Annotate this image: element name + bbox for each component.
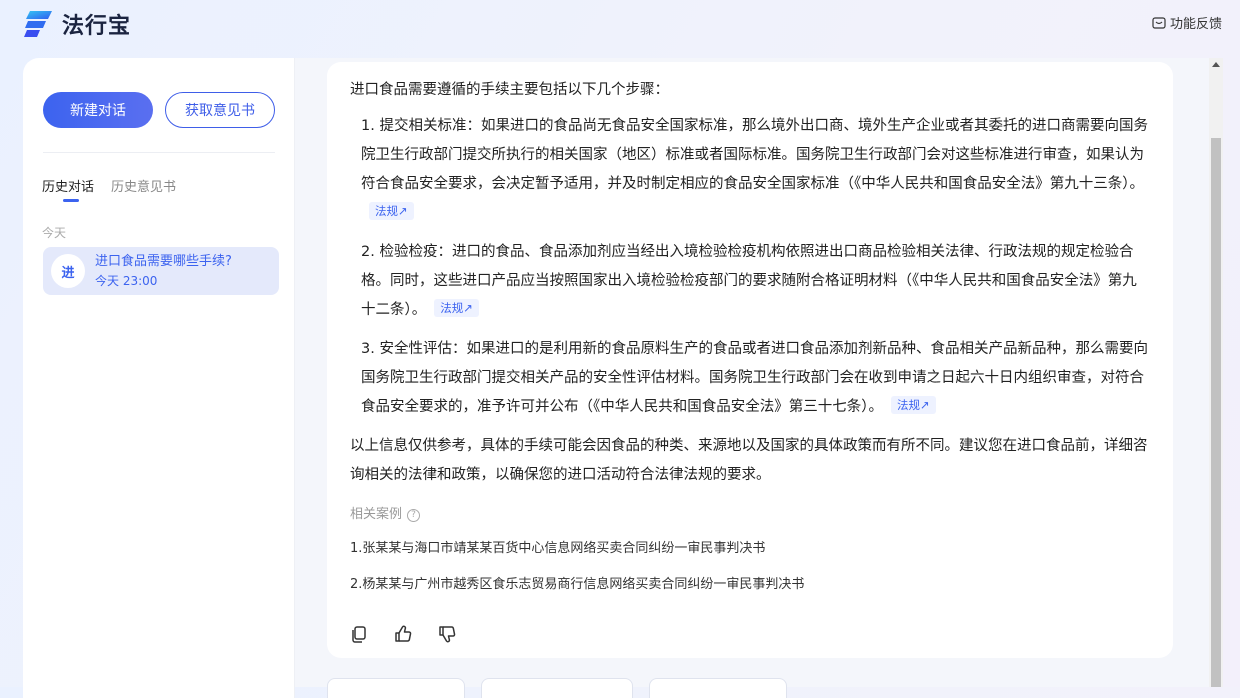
logo-text: 法行宝	[62, 14, 132, 39]
tab-history-opinions[interactable]: 历史意见书	[111, 176, 176, 195]
thumbs-down-icon[interactable]	[437, 624, 457, 644]
history-item[interactable]: 进 进口食品需要哪些手续? 今天 23:00	[43, 247, 279, 295]
logo[interactable]: 法行宝	[24, 8, 131, 40]
get-opinion-button[interactable]: 获取意见书	[165, 92, 275, 128]
related-case-link[interactable]: 2.杨某某与广州市越秀区食乐志贸易商行信息网络买卖合同纠纷一审民事判决书	[350, 576, 1150, 594]
logo-icon	[24, 11, 52, 37]
answer-intro: 进口食品需要遵循的手续主要包括以下几个步骤：	[350, 82, 669, 98]
related-cases-text: 相关案例	[350, 507, 403, 522]
law-reference-tag[interactable]: 法规↗	[891, 396, 936, 414]
feedback-label: 功能反馈	[1169, 17, 1222, 32]
suggestion-chip[interactable]	[327, 678, 465, 698]
sidebar-divider	[43, 152, 275, 153]
history-group-label: 今天	[42, 226, 67, 240]
answer-step: 3. 安全性评估：如果进口的是利用新的食品原料生产的食品或者进口食品添加剂新品种…	[361, 335, 1150, 422]
related-cases-label: 相关案例 ?	[350, 506, 1150, 524]
tab-history-chats[interactable]: 历史对话	[42, 176, 94, 195]
step-text: 3. 安全性评估：如果进口的是利用新的食品原料生产的食品或者进口食品添加剂新品种…	[361, 341, 1148, 415]
answer-actions	[349, 624, 457, 644]
suggestion-chip[interactable]	[649, 678, 787, 698]
feedback-icon	[1152, 16, 1166, 29]
answer-step: 2. 检验检疫：进口的食品、食品添加剂应当经出入境检验检疫机构依照进出口商品检验…	[361, 238, 1150, 325]
copy-icon[interactable]	[349, 624, 369, 644]
active-tab-indicator	[63, 199, 79, 202]
law-reference-tag[interactable]: 法规↗	[369, 202, 414, 220]
thumbs-up-icon[interactable]	[393, 624, 413, 644]
history-item-title: 进口食品需要哪些手续?	[95, 254, 232, 269]
answer-card: 进口食品需要遵循的手续主要包括以下几个步骤： 1. 提交相关标准：如果进口的食品…	[327, 62, 1173, 658]
history-tabs: 历史对话 历史意见书	[42, 176, 193, 195]
suggestion-chip[interactable]	[481, 678, 633, 698]
answer-step: 1. 提交相关标准：如果进口的食品尚无食品安全国家标准，那么境外出口商、境外生产…	[361, 112, 1150, 228]
answer-conclusion: 以上信息仅供参考，具体的手续可能会因食品的种类、来源地以及国家的具体政策而有所不…	[350, 438, 1148, 483]
chat-area: 进口食品需要遵循的手续主要包括以下几个步骤： 1. 提交相关标准：如果进口的食品…	[295, 58, 1209, 698]
law-reference-tag[interactable]: 法规↗	[434, 299, 479, 317]
step-text: 1. 提交相关标准：如果进口的食品尚无食品安全国家标准，那么境外出口商、境外生产…	[361, 118, 1148, 192]
new-chat-button[interactable]: 新建对话	[43, 92, 153, 128]
sidebar: 新建对话 获取意见书 历史对话 历史意见书 今天 进 进口食品需要哪些手续? 今…	[23, 58, 295, 698]
history-item-text: 进口食品需要哪些手续? 今天 23:00	[95, 253, 232, 289]
feedback-button[interactable]: 功能反馈	[1152, 13, 1222, 32]
related-case-link[interactable]: 1.张某某与海口市靖某某百货中心信息网络买卖合同纠纷一审民事判决书	[350, 540, 1150, 558]
top-bar: 法行宝 功能反馈	[0, 0, 1240, 48]
suggestion-row	[327, 678, 803, 698]
answer-body: 进口食品需要遵循的手续主要包括以下几个步骤： 1. 提交相关标准：如果进口的食品…	[350, 76, 1150, 594]
scroll-up-arrow-icon[interactable]	[1212, 62, 1220, 67]
history-item-time: 今天 23:00	[95, 274, 158, 288]
scrollbar-thumb[interactable]	[1211, 138, 1221, 687]
answer-steps: 1. 提交相关标准：如果进口的食品尚无食品安全国家标准，那么境外出口商、境外生产…	[350, 112, 1150, 422]
scrollbar[interactable]	[1209, 58, 1223, 687]
help-icon[interactable]: ?	[407, 508, 421, 522]
avatar: 进	[51, 254, 85, 288]
